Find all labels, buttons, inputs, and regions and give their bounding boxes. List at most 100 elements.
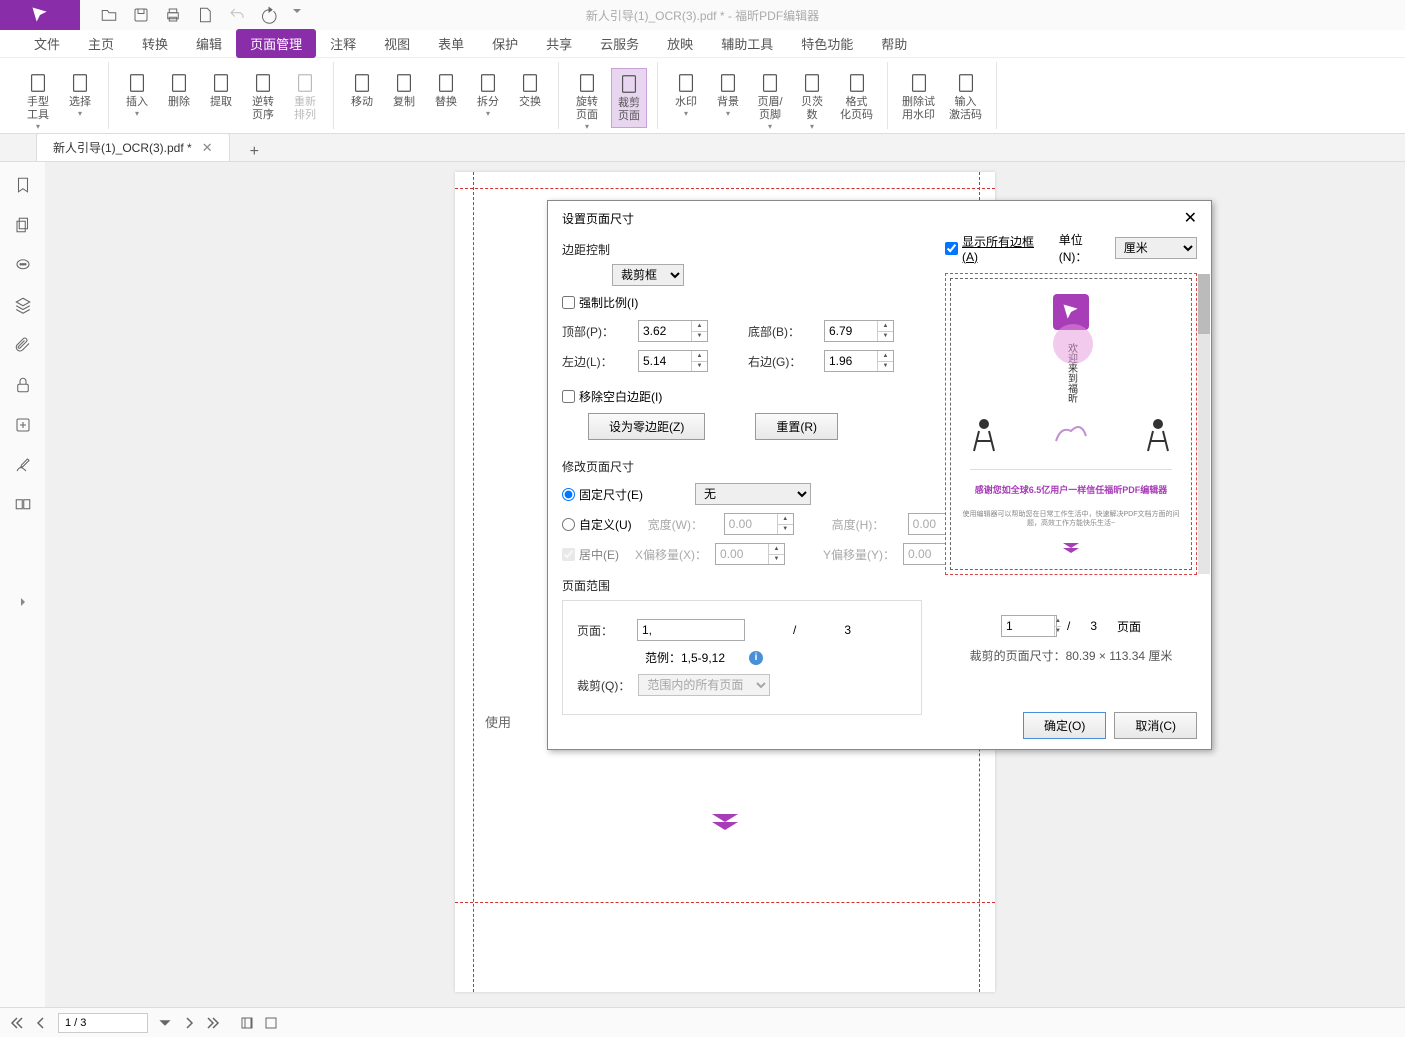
crop-scope-label: 裁剪(Q)： — [577, 677, 630, 694]
close-icon[interactable]: ✕ — [1184, 208, 1197, 228]
add-tab-button[interactable]: + — [250, 143, 259, 161]
save-version-icon[interactable] — [14, 416, 32, 434]
info-icon[interactable]: i — [749, 651, 763, 665]
open-icon[interactable] — [100, 6, 118, 24]
chevron-down-icon — [1062, 542, 1080, 554]
xoff-spinner: ▲▼ — [715, 543, 785, 565]
menu-共享[interactable]: 共享 — [532, 29, 586, 58]
attachment-icon[interactable] — [14, 336, 32, 354]
view-mode1-icon[interactable] — [240, 1016, 254, 1030]
sign-icon[interactable] — [14, 456, 32, 474]
menu-辅助工具[interactable]: 辅助工具 — [707, 29, 787, 58]
close-icon[interactable]: ✕ — [202, 140, 213, 156]
save-icon[interactable] — [132, 6, 150, 24]
comment-icon[interactable] — [14, 256, 32, 274]
menu-编辑[interactable]: 编辑 — [182, 29, 236, 58]
ribbon-提取[interactable]: 提取 — [203, 68, 239, 113]
menu-注释[interactable]: 注释 — [316, 29, 370, 58]
custom-radio[interactable]: 自定义(U) — [562, 516, 632, 533]
ribbon-页眉/页脚[interactable]: 页眉/ 页脚▾ — [752, 68, 788, 135]
ribbon-交换[interactable]: 交换 — [512, 68, 548, 113]
ribbon-替换[interactable]: 替换 — [428, 68, 464, 113]
bottom-spinner[interactable]: ▲▼ — [824, 320, 894, 342]
ribbon-逆转页序[interactable]: 逆转 页序 — [245, 68, 281, 126]
page-text: 使用 — [485, 712, 511, 731]
menu-云服务[interactable]: 云服务 — [586, 29, 653, 58]
left-spinner[interactable]: ▲▼ — [638, 350, 708, 372]
zero-margin-button[interactable]: 设为零边距(Z) — [588, 413, 705, 440]
page-input[interactable] — [637, 619, 745, 641]
menu-帮助[interactable]: 帮助 — [867, 29, 921, 58]
ribbon-拆分[interactable]: 拆分▾ — [470, 68, 506, 122]
crop-frame-select[interactable]: 裁剪框 — [612, 264, 684, 286]
document-tab[interactable]: 新人引导(1)_OCR(3).pdf * ✕ — [36, 133, 230, 161]
unit-select[interactable]: 厘米 — [1115, 237, 1197, 259]
menu-文件[interactable]: 文件 — [20, 29, 74, 58]
print-icon[interactable] — [164, 6, 182, 24]
copy-icon[interactable] — [14, 216, 32, 234]
fixed-size-radio[interactable]: 固定尺寸(E) — [562, 486, 643, 503]
cancel-button[interactable]: 取消(C) — [1114, 712, 1197, 739]
right-spinner[interactable]: ▲▼ — [824, 350, 894, 372]
undo-icon[interactable] — [228, 6, 246, 24]
ribbon-删除[interactable]: 删除 — [161, 68, 197, 113]
preview-subtext: 使用编辑器可以帮助您在日常工作生活中，快速解决PDF文档方面的问题，高效工作方能… — [959, 510, 1183, 530]
menu-放映[interactable]: 放映 — [653, 29, 707, 58]
ribbon-输入激活码[interactable]: 输入 激活码 — [945, 68, 986, 126]
page-dropdown-icon[interactable] — [158, 1016, 172, 1030]
bookmark-icon[interactable] — [14, 176, 32, 194]
page-label: 页面： — [577, 622, 629, 639]
menu-保护[interactable]: 保护 — [478, 29, 532, 58]
menu-特色功能[interactable]: 特色功能 — [787, 29, 867, 58]
ribbon-旋转页面[interactable]: 旋转 页面▾ — [569, 68, 605, 135]
menu-表单[interactable]: 表单 — [424, 29, 478, 58]
expand-sidebar-icon[interactable] — [18, 597, 28, 607]
lock-icon[interactable] — [14, 376, 32, 394]
reset-button[interactable]: 重置(R) — [755, 413, 838, 440]
view-mode2-icon[interactable] — [264, 1016, 278, 1030]
ribbon-水印[interactable]: 水印▾ — [668, 68, 704, 122]
force-ratio-checkbox[interactable]: 强制比例(I) — [562, 294, 638, 311]
top-spinner[interactable]: ▲▼ — [638, 320, 708, 342]
person-icon — [1143, 416, 1173, 456]
ribbon-删除试用水印[interactable]: 删除试 用水印 — [898, 68, 939, 126]
ribbon-格式化页码[interactable]: 格式 化页码 — [836, 68, 877, 126]
top-label: 顶部(P)： — [562, 323, 630, 340]
center-checkbox: 居中(E) — [562, 546, 619, 563]
left-sidebar — [0, 162, 45, 1007]
ok-button[interactable]: 确定(O) — [1023, 712, 1106, 739]
ribbon-复制[interactable]: 复制 — [386, 68, 422, 113]
ribbon-手型工具[interactable]: 手型 工具▾ — [20, 68, 56, 135]
fixed-size-select[interactable]: 无 — [695, 483, 811, 505]
qat-dropdown-icon[interactable] — [292, 6, 302, 16]
next-page-icon[interactable] — [182, 1016, 196, 1030]
ribbon-贝茨数[interactable]: 贝茨 数▾ — [794, 68, 830, 135]
menu-主页[interactable]: 主页 — [74, 29, 128, 58]
menu-页面管理[interactable]: 页面管理 — [236, 29, 316, 58]
crop-scope-select[interactable]: 范围内的所有页面 — [638, 674, 770, 696]
show-all-checkbox[interactable]: 显示所有边框(A) — [945, 233, 1045, 264]
right-label: 右边(G)： — [748, 353, 816, 370]
person-icon — [969, 416, 999, 456]
preview-scrollbar[interactable] — [1198, 274, 1210, 574]
last-page-icon[interactable] — [206, 1016, 220, 1030]
app-logo — [0, 0, 80, 30]
ribbon-移动[interactable]: 移动 — [344, 68, 380, 113]
left-label: 左边(L)： — [562, 353, 630, 370]
ribbon-裁剪页面[interactable]: 裁剪 页面 — [611, 68, 647, 128]
new-page-icon[interactable] — [196, 6, 214, 24]
tab-label: 新人引导(1)_OCR(3).pdf * — [53, 139, 192, 156]
redo-icon[interactable] — [260, 6, 278, 24]
layers-icon[interactable] — [14, 296, 32, 314]
preview-page-spinner[interactable]: ▲▼ — [1001, 615, 1057, 637]
menu-转换[interactable]: 转换 — [128, 29, 182, 58]
menu-视图[interactable]: 视图 — [370, 29, 424, 58]
ribbon-背景[interactable]: 背景▾ — [710, 68, 746, 122]
compare-icon[interactable] — [14, 496, 32, 514]
page-number-input[interactable] — [58, 1013, 148, 1033]
ribbon-选择[interactable]: 选择▾ — [62, 68, 98, 122]
first-page-icon[interactable] — [10, 1016, 24, 1030]
prev-page-icon[interactable] — [34, 1016, 48, 1030]
ribbon-插入[interactable]: 插入▾ — [119, 68, 155, 122]
width-spinner: ▲▼ — [724, 513, 794, 535]
